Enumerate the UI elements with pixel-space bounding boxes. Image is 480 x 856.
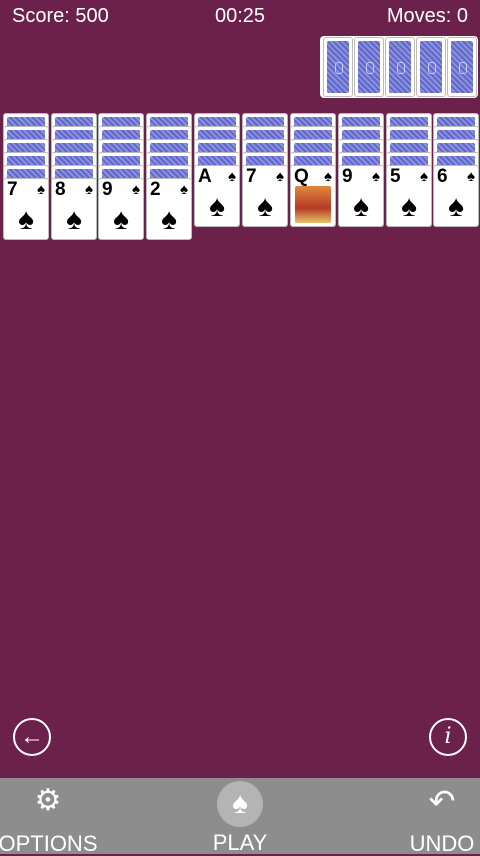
spade-icon: ♠ [324, 168, 332, 185]
spade-icon: ♠ [18, 203, 34, 236]
spade-icon: ♠ [228, 168, 236, 185]
spade-icon: ♠ [353, 190, 369, 223]
spade-icon: ♠ [276, 168, 284, 185]
moves-display: Moves: 0 [386, 5, 468, 27]
card-rank: 5 [390, 166, 401, 187]
spade-icon: ♠ [420, 168, 428, 185]
face-up-card[interactable]: 5 ♠ ♠ [386, 165, 432, 227]
card-rank: 9 [342, 166, 353, 187]
face-up-card[interactable]: 2 ♠ ♠ [146, 178, 192, 240]
spade-icon: ♠ [467, 168, 475, 185]
face-up-card[interactable]: 8 ♠ ♠ [51, 178, 97, 240]
card-rank: A [198, 166, 212, 187]
card-rank: Q [294, 166, 309, 187]
bottom-bar: ⚙ OPTIONS ♠ PLAY ↶ UNDO [0, 778, 480, 856]
face-up-card[interactable]: 6 ♠ ♠ [433, 165, 479, 227]
undo-arrow-icon: ↶ [428, 783, 456, 819]
spade-icon: ♠ [85, 181, 93, 198]
back-arrow-icon: ← [20, 723, 44, 750]
spade-icon: ♠ [209, 190, 225, 223]
info-icon: i [444, 724, 452, 749]
card-rank: 2 [150, 179, 161, 200]
spade-icon: ♠ [217, 781, 263, 827]
card-back-emblem-icon [397, 62, 405, 74]
stock-pile[interactable] [320, 36, 478, 98]
spade-icon: ♠ [401, 190, 417, 223]
card-rank: 7 [246, 166, 257, 187]
spade-icon: ♠ [161, 203, 177, 236]
play-label: PLAY [212, 830, 268, 855]
card-back-emblem-icon [428, 62, 436, 74]
card-rank: 6 [437, 166, 448, 187]
spade-icon: ♠ [132, 181, 140, 198]
face-up-card[interactable]: 9 ♠ ♠ [338, 165, 384, 227]
stock-card-back [323, 37, 353, 97]
spade-icon: ♠ [257, 190, 273, 223]
stock-card-back [447, 37, 477, 97]
options-label: OPTIONS [0, 831, 98, 856]
face-up-card[interactable]: 7 ♠ ♠ [3, 178, 49, 240]
card-back-emblem-icon [459, 62, 467, 74]
spade-icon: ♠ [448, 190, 464, 223]
card-rank: 7 [7, 179, 18, 200]
undo-button[interactable]: ↶ UNDO [400, 778, 480, 856]
card-rank: 9 [102, 179, 113, 200]
card-back-emblem-icon [366, 62, 374, 74]
options-button[interactable]: ⚙ OPTIONS [0, 778, 100, 856]
spade-icon: ♠ [180, 181, 188, 198]
spade-icon: ♠ [113, 203, 129, 236]
undo-label: UNDO [409, 831, 475, 856]
spade-icon: ♠ [66, 203, 82, 236]
play-button[interactable]: ♠ PLAY [190, 778, 290, 855]
spade-icon: ♠ [372, 168, 380, 185]
back-button[interactable]: ← [13, 718, 51, 756]
info-button[interactable]: i [429, 718, 467, 756]
gear-icon: ⚙ [34, 784, 62, 817]
queen-portrait-icon [295, 186, 331, 223]
stock-card-back [385, 37, 415, 97]
tableau: 7 ♠ ♠ 8 ♠ ♠ 9 ♠ ♠ 2 ♠ ♠ A ♠ ♠ 7 ♠ ♠ Q ♠ 9 ♠ ♠ 5 ♠ ♠ 6 ♠ ♠ [0, 113, 480, 243]
face-up-card[interactable]: 9 ♠ ♠ [98, 178, 144, 240]
spade-icon: ♠ [37, 181, 45, 198]
stock-card-back [416, 37, 446, 97]
face-up-card[interactable]: Q ♠ [290, 165, 336, 227]
face-up-card[interactable]: A ♠ ♠ [194, 165, 240, 227]
face-up-card[interactable]: 7 ♠ ♠ [242, 165, 288, 227]
card-back-emblem-icon [335, 62, 343, 74]
card-rank: 8 [55, 179, 66, 200]
stock-card-back [354, 37, 384, 97]
